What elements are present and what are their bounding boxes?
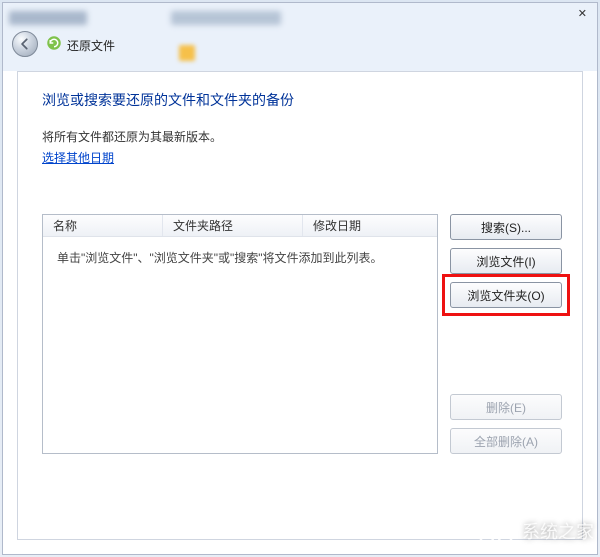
- arrow-left-icon: [18, 37, 32, 51]
- dialog-title: 还原文件: [67, 37, 115, 54]
- back-button[interactable]: [12, 31, 38, 57]
- list-header: 名称 文件夹路径 修改日期: [43, 215, 437, 237]
- watermark-text: 系统之家: [522, 518, 594, 544]
- close-icon[interactable]: ✕: [578, 7, 587, 20]
- watermark: 系统之家: [476, 511, 594, 551]
- blurred-text: [171, 11, 281, 25]
- col-header-name[interactable]: 名称: [43, 215, 163, 236]
- side-buttons: 搜索(S)... 浏览文件(I) 浏览文件夹(O) 删除(E) 全部删除(A): [450, 214, 562, 454]
- house-icon: [476, 511, 516, 551]
- browse-files-button[interactable]: 浏览文件(I): [450, 248, 562, 274]
- remove-all-button: 全部删除(A): [450, 428, 562, 454]
- col-header-date[interactable]: 修改日期: [303, 215, 437, 236]
- blurred-icon: [179, 45, 195, 61]
- remove-button: 删除(E): [450, 394, 562, 420]
- list-empty-message: 单击"浏览文件"、"浏览文件夹"或"搜索"将文件添加到此列表。: [43, 237, 437, 278]
- page-subtext: 将所有文件都还原为其最新版本。: [42, 128, 562, 145]
- file-list-panel: 名称 文件夹路径 修改日期 单击"浏览文件"、"浏览文件夹"或"搜索"将文件添加…: [42, 214, 438, 454]
- blurred-text: [9, 11, 87, 25]
- window-frame: ✕ 还原文件 浏览或搜索要还原的文件和文件夹的备份 将所有文件都还原为其最新版本…: [2, 2, 598, 555]
- col-header-path[interactable]: 文件夹路径: [163, 215, 303, 236]
- search-button[interactable]: 搜索(S)...: [450, 214, 562, 240]
- page-heading: 浏览或搜索要还原的文件和文件夹的备份: [42, 90, 562, 110]
- choose-other-date-link[interactable]: 选择其他日期: [42, 149, 114, 166]
- dialog-body: 浏览或搜索要还原的文件和文件夹的备份 将所有文件都还原为其最新版本。 选择其他日…: [17, 71, 583, 540]
- browse-folders-button[interactable]: 浏览文件夹(O): [450, 282, 562, 308]
- restore-files-icon: [45, 34, 63, 52]
